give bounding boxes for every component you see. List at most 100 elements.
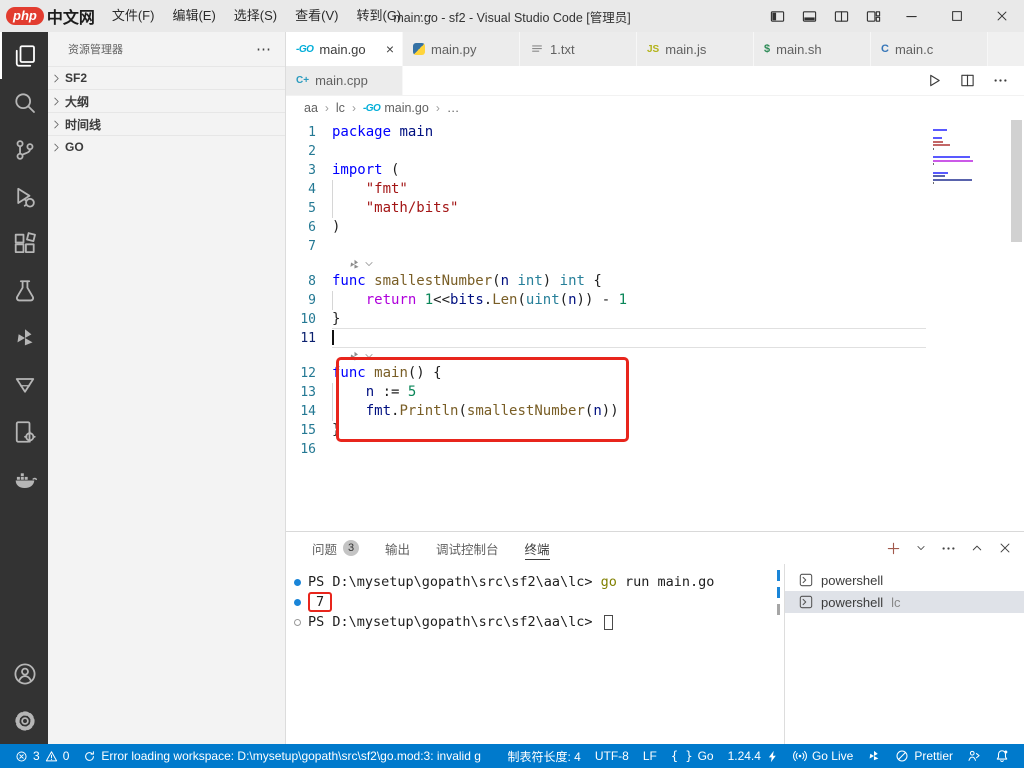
- code-token: }: [332, 422, 341, 438]
- indent-guide: [332, 383, 333, 402]
- minimap[interactable]: [928, 124, 1008, 192]
- menu-item[interactable]: 转到(G): [347, 0, 410, 32]
- tab-1-txt[interactable]: 1.txt: [520, 32, 637, 66]
- code-line-text: n := 5: [332, 383, 1024, 402]
- activity-item-source-control[interactable]: [0, 126, 48, 173]
- code-token: <<: [433, 292, 451, 308]
- status-encoding[interactable]: UTF-8: [588, 744, 636, 768]
- split-editor-icon[interactable]: [960, 73, 975, 88]
- status-language-mode[interactable]: { } Go: [664, 744, 721, 768]
- status-ai-extension[interactable]: [860, 744, 888, 768]
- py-file-icon: [413, 43, 425, 55]
- breadcrumb-item-lc[interactable]: lc: [336, 101, 345, 115]
- status-go-live[interactable]: Go Live: [786, 744, 860, 768]
- terminal-dropdown-icon[interactable]: [916, 543, 926, 553]
- toggle-sidebar-icon[interactable]: [761, 0, 793, 32]
- tab-main-go[interactable]: -GO main.go ×: [286, 32, 403, 66]
- new-terminal-icon[interactable]: [886, 541, 901, 556]
- activity-item-run-debug[interactable]: [0, 173, 48, 220]
- tab-main-c[interactable]: Cmain.c: [871, 32, 988, 66]
- maximize-button[interactable]: [934, 0, 979, 32]
- terminal-output[interactable]: PS D:\mysetup\gopath\src\sf2\aa\lc> go r…: [286, 564, 772, 744]
- minimize-button[interactable]: [889, 0, 934, 32]
- panel-more-icon[interactable]: [941, 541, 956, 556]
- activity-item-triangle-tool[interactable]: [0, 361, 48, 408]
- status-prettier[interactable]: Prettier: [888, 744, 960, 768]
- panel-tab-label: 终端: [524, 542, 550, 557]
- ai-codelens-icon[interactable]: [348, 258, 361, 271]
- breadcrumb-item-[interactable]: …: [447, 101, 460, 115]
- extensions-icon: [13, 231, 37, 256]
- menu-item[interactable]: 选择(S): [225, 0, 286, 32]
- sidebar-more-icon[interactable]: ⋯: [256, 40, 271, 58]
- tab-main-js[interactable]: JS main.js: [637, 32, 754, 66]
- chevron-down-icon[interactable]: [364, 351, 374, 361]
- menu-item[interactable]: 编辑(E): [163, 0, 224, 32]
- activity-item-ai-swirl[interactable]: [0, 314, 48, 361]
- editor-scrollbar[interactable]: [1011, 120, 1022, 242]
- editor-more-icon[interactable]: [993, 73, 1008, 88]
- sidebar-section-大纲[interactable]: 大纲: [48, 89, 285, 112]
- activity-item-accounts[interactable]: [0, 650, 48, 697]
- ai-codelens-icon[interactable]: [348, 350, 361, 363]
- tab-close-icon[interactable]: ×: [386, 41, 394, 57]
- split-editor-layout-icon[interactable]: [825, 0, 857, 32]
- testing-icon: [13, 279, 37, 303]
- workspace-error-status[interactable]: Error loading workspace: D:\mysetup\gopa…: [76, 744, 488, 768]
- explorer-sidebar: 资源管理器 ⋯ SF2 大纲 时间线 GO: [48, 32, 285, 744]
- tab-main-sh[interactable]: $ main.sh: [754, 32, 871, 66]
- activity-item-settings[interactable]: [0, 697, 48, 744]
- panel-tab-问题[interactable]: 问题 3: [312, 532, 360, 564]
- code-line-10: 10}: [286, 310, 1024, 329]
- activity-item-search[interactable]: [0, 79, 48, 126]
- panel-close-icon[interactable]: [998, 541, 1012, 555]
- code-line-11: 11: [286, 328, 1024, 348]
- activity-item-extensions[interactable]: [0, 220, 48, 267]
- panel-tab-终端[interactable]: 终端: [524, 532, 550, 564]
- status-go-version[interactable]: 1.24.4: [721, 744, 786, 768]
- panel-maximize-icon[interactable]: [971, 542, 983, 554]
- status-eol[interactable]: LF: [636, 744, 664, 768]
- code-editor[interactable]: 1 package main 2 3 import (4 "fmt" 5 "math/bi…: [286, 120, 1024, 531]
- status-notifications[interactable]: [988, 744, 1016, 768]
- command-decoration-circle: [294, 618, 308, 626]
- code-token: bits: [450, 292, 484, 308]
- sidebar-section-时间线[interactable]: 时间线: [48, 112, 285, 135]
- editor-actions: [927, 66, 1024, 95]
- problems-status[interactable]: 3 0: [8, 744, 76, 768]
- sidebar-section-go[interactable]: GO: [48, 135, 285, 158]
- command-decoration-dot: [294, 598, 308, 606]
- line-number: 10: [300, 312, 316, 327]
- activity-item-testing[interactable]: [0, 267, 48, 314]
- activity-item-explorer[interactable]: [0, 32, 48, 79]
- activity-item-file-settings[interactable]: [0, 408, 48, 455]
- editor-tabs-row2: C+ main.cpp: [286, 66, 1024, 96]
- minimap-gap: [933, 132, 1003, 136]
- tab-main-cpp[interactable]: C+ main.cpp: [286, 66, 403, 95]
- panel-tab-label: 输出: [385, 542, 411, 557]
- menu-item[interactable]: 查看(V): [286, 0, 347, 32]
- toggle-panel-icon[interactable]: [793, 0, 825, 32]
- breadcrumb-item-aa[interactable]: aa: [304, 101, 318, 115]
- code-token: smallestNumber: [466, 403, 585, 419]
- breadcrumb-label: …: [446, 101, 460, 115]
- customize-layout-icon[interactable]: [857, 0, 889, 32]
- sidebar-section-sf2[interactable]: SF2: [48, 66, 285, 89]
- panel-tab-调试控制台[interactable]: 调试控制台: [436, 532, 499, 564]
- code-line-15: 15}: [286, 421, 1024, 440]
- status-feedback[interactable]: [960, 744, 988, 768]
- code-line-7: 7: [286, 237, 1024, 256]
- terminal-list-item[interactable]: powershell: [785, 569, 1024, 591]
- chevron-down-icon[interactable]: [364, 259, 374, 269]
- terminal-list-item[interactable]: powershell lc: [785, 591, 1024, 613]
- menu-item[interactable]: ⋯: [410, 0, 441, 32]
- panel-tab-输出[interactable]: 输出: [385, 532, 410, 564]
- status-tab-size[interactable]: 制表符长度: 4: [501, 744, 588, 768]
- breadcrumb-item-maingo[interactable]: -GO main.go: [363, 101, 429, 115]
- tab-main-py[interactable]: main.py: [403, 32, 520, 66]
- menu-item[interactable]: 文件(F): [103, 0, 164, 32]
- close-button[interactable]: [979, 0, 1024, 32]
- run-file-icon[interactable]: [927, 73, 942, 88]
- activity-item-docker[interactable]: [0, 455, 48, 502]
